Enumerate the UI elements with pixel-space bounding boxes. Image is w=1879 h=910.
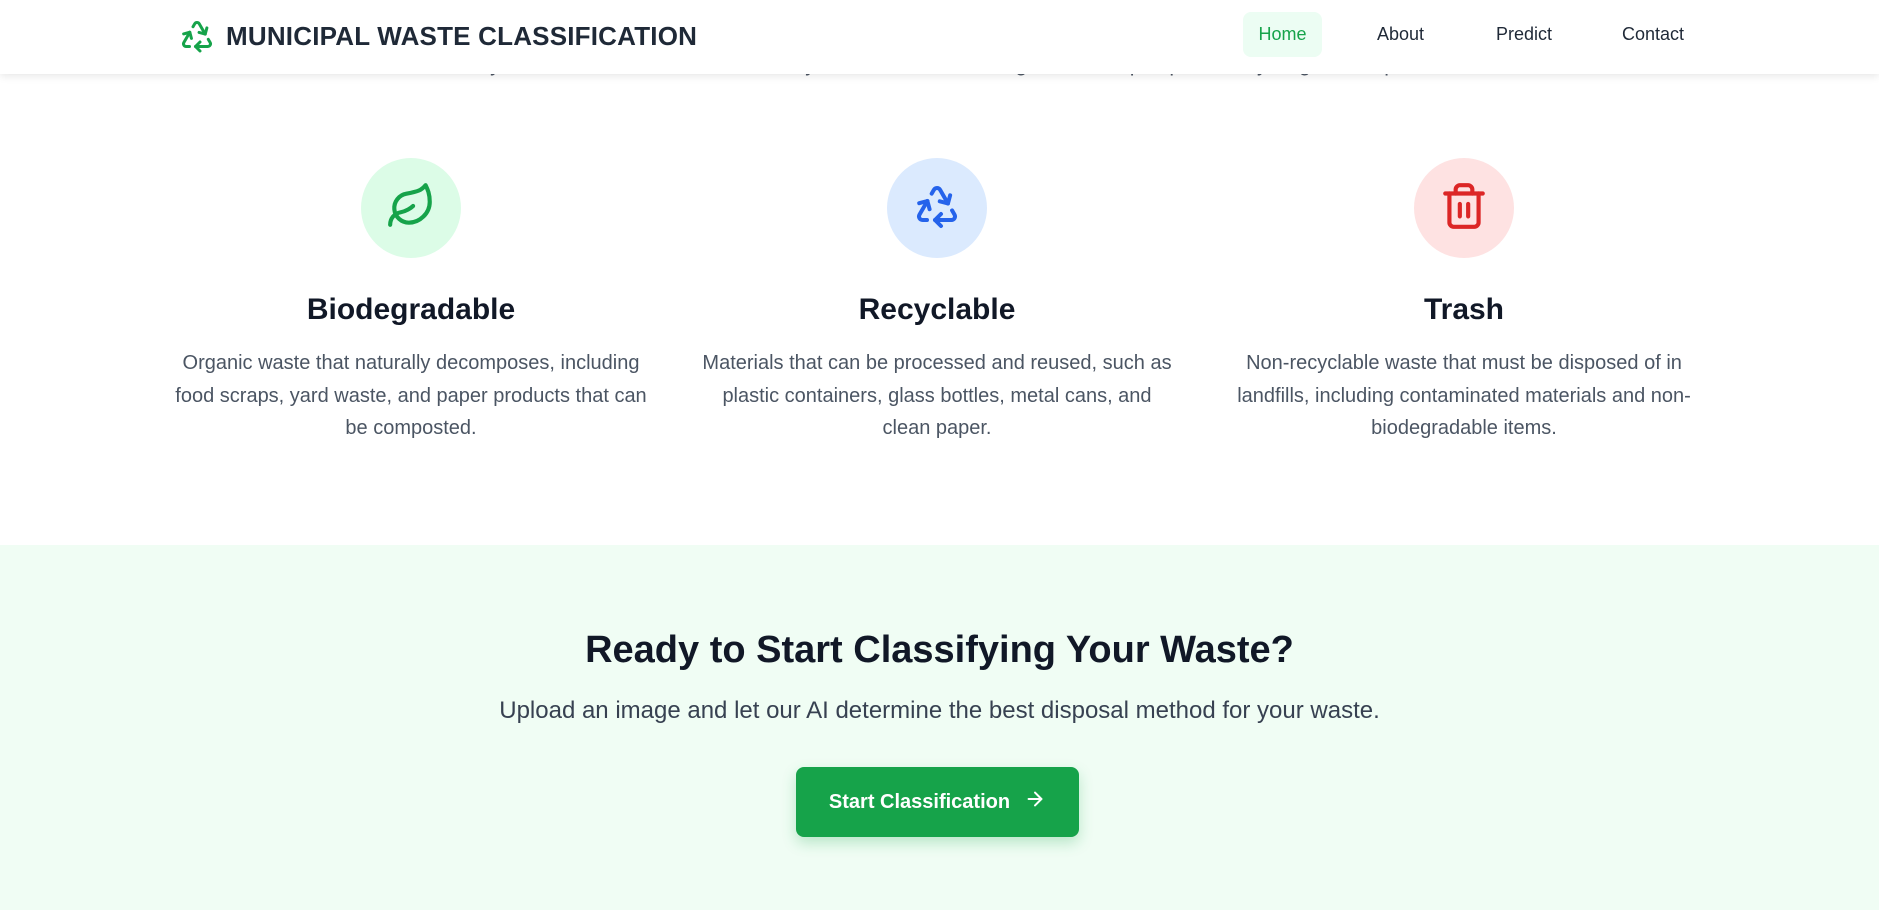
trash-icon (1439, 181, 1489, 236)
nav-about[interactable]: About (1363, 12, 1438, 57)
trash-icon-circle (1414, 158, 1514, 258)
nav-home[interactable]: Home (1243, 12, 1322, 57)
recycle-icon (913, 182, 961, 235)
category-biodegradable: Biodegradable Organic waste that natural… (171, 158, 651, 445)
nav-contact[interactable]: Contact (1611, 12, 1695, 57)
category-description: Organic waste that naturally decomposes,… (175, 352, 647, 439)
cta-subtitle: Upload an image and let our AI determine… (499, 697, 1380, 724)
cta-title: Ready to Start Classifying Your Waste? (585, 629, 1294, 671)
leaf-icon (386, 181, 436, 236)
category-recyclable: Recyclable Materials that can be process… (697, 158, 1177, 445)
category-title: Trash (1423, 293, 1505, 326)
nav-predict[interactable]: Predict (1484, 12, 1564, 57)
category-title: Recyclable (858, 293, 1016, 326)
category-trash: Trash Non-recyclable waste that must be … (1224, 158, 1704, 445)
start-classification-button[interactable]: Start Classification (796, 767, 1079, 837)
brand[interactable]: MUNICIPAL WASTE CLASSIFICATION (178, 0, 697, 72)
recycle-icon (178, 17, 216, 55)
category-title: Biodegradable (306, 293, 516, 326)
category-description: Materials that can be processed and reus… (702, 352, 1172, 439)
category-description: Non-recyclable waste that must be dispos… (1237, 352, 1691, 439)
biodegradable-icon-circle (361, 158, 461, 258)
recyclable-icon-circle (887, 158, 987, 258)
navbar: MUNICIPAL WASTE CLASSIFICATION Home Abou… (0, 0, 1879, 74)
cta-section: Ready to Start Classifying Your Waste? U… (0, 545, 1879, 910)
start-classification-label: Start Classification (828, 790, 1011, 813)
arrow-right-icon (1024, 788, 1046, 816)
brand-title: MUNICIPAL WASTE CLASSIFICATION (226, 20, 698, 51)
